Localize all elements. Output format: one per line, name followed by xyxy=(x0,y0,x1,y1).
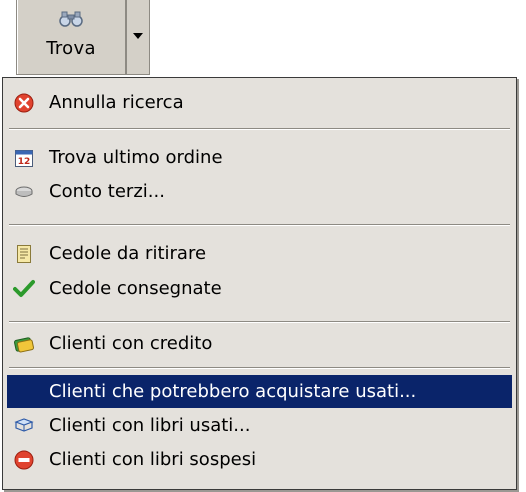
menu-item-trova-ultimo-ordine[interactable]: 12 Trova ultimo ordine xyxy=(7,141,512,174)
no-entry-icon xyxy=(13,449,35,471)
menu-item-label: Cedole da ritirare xyxy=(49,243,207,264)
chevron-down-icon xyxy=(133,33,143,39)
application-surface: Trova Annulla ricerca 12 Trova ultimo or… xyxy=(0,0,526,492)
credit-card-icon xyxy=(13,333,35,355)
menu-separator xyxy=(9,321,510,323)
menu-item-clienti-che-potrebbero-acquistare-usati[interactable]: Clienti che potrebbero acquistare usati.… xyxy=(7,375,512,408)
book-icon xyxy=(13,415,35,437)
trova-dropdown-menu: Annulla ricerca 12 Trova ultimo ordine C… xyxy=(2,77,517,490)
menu-item-clienti-con-libri-usati[interactable]: Clienti con libri usati... xyxy=(7,409,512,442)
menu-item-cedole-consegnate[interactable]: Cedole consegnate xyxy=(7,272,512,305)
trova-button[interactable]: Trova xyxy=(16,0,126,75)
menu-item-label: Clienti con libri sospesi xyxy=(49,449,257,470)
menu-item-cedole-da-ritirare[interactable]: Cedole da ritirare xyxy=(7,237,512,270)
menu-separator xyxy=(9,128,510,130)
menu-item-icon-placeholder xyxy=(13,381,35,403)
menu-separator xyxy=(9,367,510,369)
menu-item-label: Annulla ricerca xyxy=(49,92,184,113)
document-icon xyxy=(13,243,35,265)
menu-item-clienti-con-credito[interactable]: Clienti con credito xyxy=(7,327,512,360)
menu-item-label: Clienti che potrebbero acquistare usati.… xyxy=(49,381,417,402)
toolbar: Trova xyxy=(0,0,526,78)
menu-item-label: Cedole consegnate xyxy=(49,278,222,299)
menu-item-label: Clienti con credito xyxy=(49,333,213,354)
cancel-red-x-icon xyxy=(13,92,35,114)
binoculars-icon xyxy=(59,11,83,27)
menu-item-label: Clienti con libri usati... xyxy=(49,415,251,436)
menu-item-conto-terzi[interactable]: Conto terzi... xyxy=(7,175,512,208)
svg-text:12: 12 xyxy=(18,157,31,167)
menu-item-clienti-con-libri-sospesi[interactable]: Clienti con libri sospesi xyxy=(7,443,512,476)
trova-button-label: Trova xyxy=(46,38,96,59)
menu-item-label: Trova ultimo ordine xyxy=(49,147,223,168)
checkmark-icon xyxy=(13,278,35,300)
menu-item-label: Conto terzi... xyxy=(49,181,165,202)
calendar-icon: 12 xyxy=(13,147,35,169)
disk-drive-icon xyxy=(13,181,35,203)
menu-item-annulla-ricerca[interactable]: Annulla ricerca xyxy=(7,86,512,119)
menu-separator xyxy=(9,224,510,226)
trova-dropdown-arrow[interactable] xyxy=(126,0,150,75)
